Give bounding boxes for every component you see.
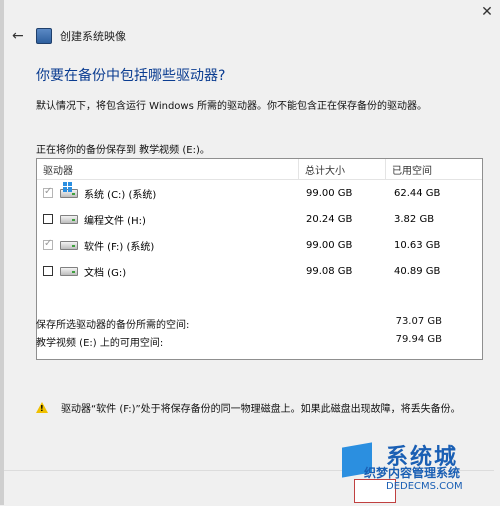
background-window-edge: [0, 0, 4, 505]
drive-row-f[interactable]: ✓ 软件 (F:) (系统) 99.00 GB 10.63 GB: [37, 232, 482, 258]
save-location-text: 正在将你的备份保存到 教学视频 (E:)。: [36, 145, 210, 156]
dialog-window: ✕ ← 创建系统映像 你要在备份中包括哪些驱动器? 默认情况下，将包含运行 Wi…: [0, 0, 500, 506]
drive-name: 编程文件 (H:): [84, 215, 146, 227]
required-space-value: 73.07 GB: [395, 316, 442, 327]
drive-c-checkbox[interactable]: ✓: [43, 186, 53, 198]
column-header-total-size[interactable]: 总计大小: [299, 159, 386, 179]
drive-name: 系统 (C:) (系统): [84, 189, 157, 201]
sort-caret-icon: ^: [157, 150, 165, 160]
drive-icon: [60, 214, 78, 224]
watermark-subtitle: 织梦内容管理系统: [364, 466, 461, 480]
required-space-line: 保存所选驱动器的备份所需的空间: 73.07 GB: [36, 316, 481, 331]
warning-text: 驱动器“软件 (F:)”处于将保存备份的同一物理磁盘上。如果此磁盘出现故障，将丢…: [61, 404, 461, 415]
drive-total-size: 99.00 GB: [306, 187, 353, 199]
drive-name: 软件 (F:) (系统): [84, 241, 155, 253]
page-heading: 你要在备份中包括哪些驱动器?: [36, 68, 226, 84]
back-arrow-icon[interactable]: ←: [12, 28, 28, 44]
system-image-icon: [36, 28, 52, 44]
drive-name: 文档 (G:): [84, 267, 127, 279]
title-bar: ← 创建系统映像: [4, 22, 494, 50]
drive-total-size: 99.00 GB: [306, 239, 353, 251]
page-description: 默认情况下，将包含运行 Windows 所需的驱动器。你不能包含正在保存备份的驱…: [36, 101, 427, 112]
drive-row-g[interactable]: 文档 (G:) 99.08 GB 40.89 GB: [37, 258, 482, 284]
drive-icon: [60, 266, 78, 276]
drive-h-checkbox[interactable]: [43, 214, 53, 224]
window-title: 创建系统映像: [60, 30, 126, 43]
warning-icon: !: [36, 402, 48, 413]
drive-used-space: 10.63 GB: [394, 239, 441, 251]
drive-used-space: 40.89 GB: [394, 265, 441, 277]
watermark-domain: DEDECMS.COM: [386, 481, 463, 492]
column-header-drive[interactable]: ^ 驱动器: [37, 150, 299, 179]
drive-total-size: 99.08 GB: [306, 265, 353, 277]
available-space-value: 79.94 GB: [395, 334, 442, 345]
drive-total-size: 20.24 GB: [306, 213, 353, 225]
drive-row-h[interactable]: 编程文件 (H:) 20.24 GB 3.82 GB: [37, 206, 482, 232]
drive-icon: [60, 181, 78, 198]
watermark: 系统城 织梦内容管理系统 DEDECMS.COM: [334, 439, 494, 499]
drive-g-checkbox[interactable]: [43, 266, 53, 276]
drive-f-checkbox[interactable]: ✓: [43, 238, 53, 250]
drive-list-header: ^ 驱动器 总计大小 已用空间: [37, 150, 482, 180]
drive-used-space: 62.44 GB: [394, 187, 441, 199]
windows-logo-icon: [63, 181, 73, 192]
available-space-label: 教学视频 (E:) 上的可用空间:: [36, 338, 164, 349]
column-header-used-space[interactable]: 已用空间: [386, 159, 472, 179]
drive-row-c[interactable]: ✓ 系统 (C:) (系统) 99.00 GB 62.44 GB: [37, 180, 482, 206]
wizard-content: 你要在备份中包括哪些驱动器? 默认情况下，将包含运行 Windows 所需的驱动…: [22, 50, 492, 470]
required-space-label: 保存所选驱动器的备份所需的空间:: [36, 320, 190, 331]
drive-icon: [60, 240, 78, 250]
drive-used-space: 3.82 GB: [394, 213, 435, 225]
warning-message: ! 驱动器“软件 (F:)”处于将保存备份的同一物理磁盘上。如果此磁盘出现故障，…: [36, 400, 461, 415]
available-space-line: 教学视频 (E:) 上的可用空间: 79.94 GB: [36, 334, 481, 349]
